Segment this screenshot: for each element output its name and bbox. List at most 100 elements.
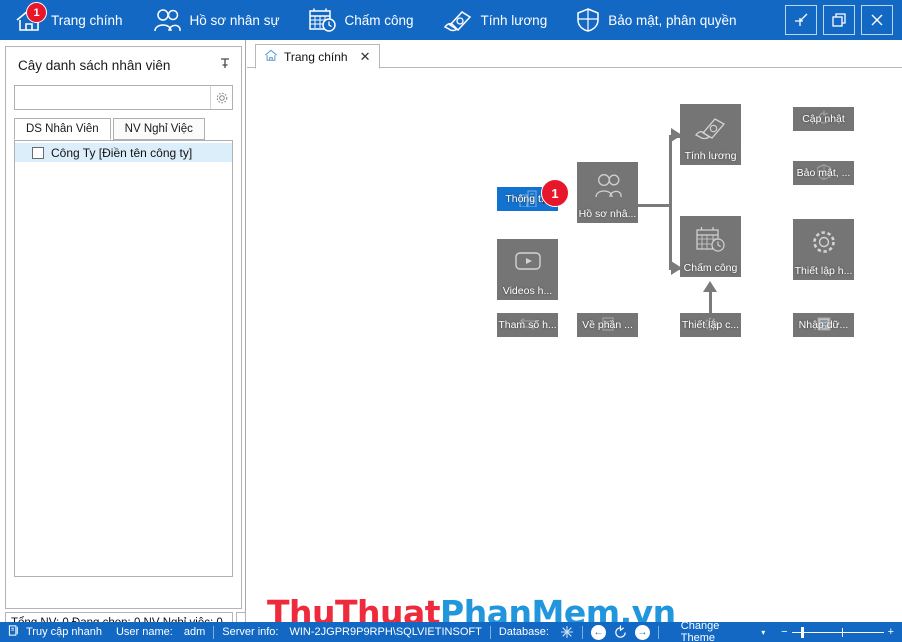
calendar-clock-icon [307,7,337,33]
home-notification-badge: 1 [26,2,47,23]
document-tab-label: Trang chính [284,49,348,64]
ribbon-label-bao-mat: Bảo mật, phân quyền [608,12,737,28]
tile-thiet-lap-c[interactable]: Thiết lập c... [680,313,741,337]
tile-cham-cong[interactable]: Chấm công [680,216,741,277]
tile-tham-so[interactable]: Tham số h... [497,313,558,337]
ribbon-item-tinh-luong[interactable]: Tính lương [428,0,562,40]
change-theme-label: Change Theme [680,620,720,642]
application-window: 1 Trang chính Hồ sơ nhân sự Chấm công Tí… [0,0,902,642]
back-icon[interactable]: ← [590,624,606,640]
tile-label-videos: Videos h... [502,285,553,297]
sidebar-tabs: DS Nhân Viên NV Nghỉ Việc [14,118,233,141]
arrow-to-chamcong-up [703,281,717,292]
username-field: User name: adm [116,626,205,638]
tile-videos[interactable]: Videos h... [497,239,558,300]
tile-ve-phan-mem[interactable]: Về phần ... [577,313,638,337]
separator [657,625,659,639]
tile-thiet-lap-h[interactable]: Thiết lập h... [793,219,854,280]
sparkle-icon[interactable] [560,625,574,639]
separator [581,625,583,639]
change-theme-dropdown[interactable]: Change Theme ▾ [681,620,765,642]
video-play-icon [497,248,558,274]
zoom-in-label[interactable]: + [888,626,894,638]
ribbon-item-ho-so-nhan-su[interactable]: Hồ sơ nhân sự [137,0,294,40]
employee-tree-panel: Cây danh sách nhân viên DS Nhân Viên NV … [0,40,246,633]
server-label: Server info: [222,626,279,638]
search-box[interactable] [14,85,233,110]
server-info-field: Server info: WIN-2JGPR9P9RPH\SQLVIETINSO… [222,626,482,638]
flowchart-canvas: Thông t... 1 Hồ sơ nhâ... Tính lương Chấ… [247,69,902,632]
quick-access-button[interactable]: Truy cập nhanh [8,624,102,640]
zoom-slider[interactable]: − + [781,626,894,638]
close-icon[interactable]: ✕ [360,49,371,65]
tile-label-tinh-luong: Tính lương [684,150,737,162]
status-bar: Truy cập nhanh User name: adm Server inf… [0,620,902,642]
tile-label-cham-cong: Chấm công [683,262,738,274]
tile-label-thiet-lap-h: Thiết lập h... [794,265,853,277]
document-tab-trang-chinh[interactable]: Trang chính ✕ [255,44,380,69]
refresh-icon[interactable] [613,624,628,640]
tab-ds-nhan-vien[interactable]: DS Nhân Viên [14,118,111,140]
restore-button[interactable] [823,5,855,35]
ribbon-label-trang-chinh: Trang chính [51,12,123,28]
tile-tinh-luong[interactable]: Tính lương [680,104,741,165]
separator [213,625,215,639]
ribbon-item-bao-mat[interactable]: Bảo mật, phân quyền [561,0,750,40]
tree-node-cong-ty[interactable]: Công Ty [Điền tên công ty] [15,143,232,162]
panel-header: Cây danh sách nhân viên [6,47,241,83]
zoom-tick-mid [841,627,844,637]
ribbon-item-trang-chinh[interactable]: 1 Trang chính [0,0,137,40]
document-tab-bar: Trang chính ✕ [247,44,902,69]
main-ribbon: 1 Trang chính Hồ sơ nhân sự Chấm công Tí… [0,0,902,40]
ribbon-label-tinh-luong: Tính lương [480,12,548,28]
employee-tree-inner: Cây danh sách nhân viên DS Nhân Viên NV … [5,46,242,609]
callout-badge-1: 1 [541,179,569,207]
minimize-button[interactable] [785,5,817,35]
forward-icon[interactable]: → [634,624,650,640]
tree-checkbox[interactable] [32,146,44,159]
ribbon-item-cham-cong[interactable]: Chấm công [293,0,427,40]
tile-label-bao-mat: Bảo mật, ... [796,167,851,179]
connector-hoso-to-hub [638,204,672,207]
tab-label-nv-nghi-viec: NV Nghỉ Việc [124,123,193,135]
ribbon-label-ho-so-nhan-su: Hồ sơ nhân sự [189,12,280,28]
zoom-track[interactable] [791,626,884,638]
pin-icon[interactable] [219,56,231,74]
money-hand-icon [442,7,474,33]
server-value: WIN-2JGPR9P9RPH\SQLVIETINSOFT [289,626,482,638]
tile-bao-mat[interactable]: Bảo mật, ... [793,161,854,185]
zoom-out-label[interactable]: − [781,626,787,638]
tile-label-cap-nhat: Cập nhật [802,113,845,125]
tree-node-label: Công Ty [Điền tên công ty] [51,145,193,160]
calendar-clock-icon [680,225,741,255]
tile-nhap-du-lieu[interactable]: Nhập dữ... [793,313,854,337]
username-label: User name: [115,626,173,638]
people-icon [577,171,638,201]
tile-ho-so-nhan-su[interactable]: Hồ sơ nhâ... [577,162,638,223]
separator [489,625,491,639]
people-icon [151,7,183,33]
tile-cap-nhat[interactable]: Cập nhật [793,107,854,131]
gear-icon[interactable] [210,86,232,109]
tile-label-ho-so-nhan-su: Hồ sơ nhâ... [578,208,637,220]
zoom-thumb[interactable] [800,626,804,638]
gear-icon [793,228,854,258]
close-button[interactable] [861,5,893,35]
money-hand-icon [680,113,741,143]
home-icon [264,49,278,65]
employee-tree[interactable]: Công Ty [Điền tên công ty] [14,141,233,577]
panel-title: Cây danh sách nhân viên [18,57,171,73]
quick-access-label: Truy cập nhanh [25,626,103,638]
caret-down-icon: ▾ [761,627,766,637]
tile-label-thiet-lap-c: Thiết lập c... [681,319,740,331]
tile-label-ve-phan-mem: Về phần ... [582,319,633,331]
ribbon-label-cham-cong: Chấm công [344,12,414,28]
search-input[interactable] [15,86,210,109]
quick-access-icon [8,624,21,640]
database-label: Database: [498,626,549,638]
tab-label-ds-nhan-vien: DS Nhân Viên [26,123,99,135]
connector-vertical-trunk [669,135,672,270]
main-content-area: Trang chính ✕ Thông t... 1 Hồ sơ nhâ... … [247,40,902,632]
window-controls [785,5,902,35]
tab-nv-nghi-viec[interactable]: NV Nghỉ Việc [112,118,205,140]
